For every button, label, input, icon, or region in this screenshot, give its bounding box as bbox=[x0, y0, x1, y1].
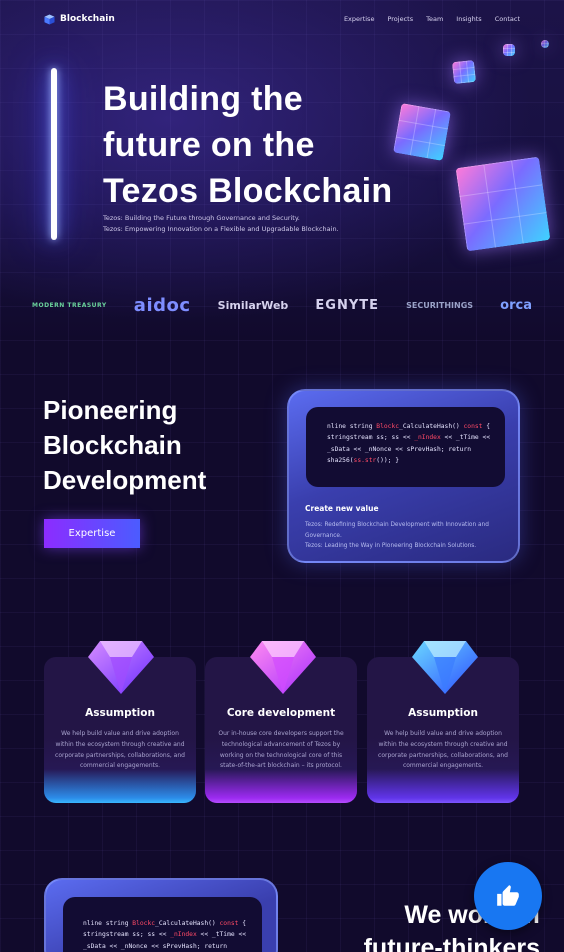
section-title: Pioneering Blockchain Development bbox=[43, 393, 273, 498]
neon-light-bar bbox=[51, 68, 57, 240]
code-line: stringstream ss; ss << _nIndex << _tTime… bbox=[327, 434, 491, 442]
brand-logo[interactable]: Blockchain bbox=[44, 13, 115, 25]
feature-title: Core development bbox=[226, 707, 336, 719]
feature-text: We help build value and drive adoption w… bbox=[55, 730, 185, 770]
code-line: stringstream ss; ss << _nIndex << _tTime… bbox=[83, 931, 247, 939]
nav-item-contact[interactable]: Contact bbox=[495, 15, 520, 23]
code-card: nline string Blockc_CalculateHash() cons… bbox=[287, 389, 520, 563]
feature-title: Assumption bbox=[85, 707, 155, 719]
logo-aidoc: aidoc bbox=[133, 294, 191, 316]
code-line: nline string Blockc_CalculateHash() cons… bbox=[83, 920, 247, 927]
nav-menu: Expertise Projects Team Insights Contact bbox=[344, 15, 520, 23]
thumbs-up-icon bbox=[497, 885, 519, 906]
diamond-icon bbox=[412, 641, 478, 694]
feature-title: Assumption bbox=[408, 707, 478, 719]
hero-subtitle-line: Tezos: Building the Future through Gover… bbox=[103, 214, 300, 222]
logo-securithings: SECURITHINGS bbox=[406, 300, 474, 310]
hero-title: Building the future on the Tezos Blockch… bbox=[103, 76, 433, 214]
nav-item-projects[interactable]: Projects bbox=[387, 15, 413, 23]
partner-logos: MODERN TREASURY aidoc SimilarWeb EGNYTE … bbox=[32, 293, 532, 317]
code-card: nline string Blockc_CalculateHash() cons… bbox=[44, 878, 278, 952]
expertise-button[interactable]: Expertise bbox=[44, 519, 140, 548]
cube-illustration bbox=[503, 44, 515, 56]
feature-text: We help build value and drive adoption w… bbox=[378, 730, 508, 770]
nav-item-team[interactable]: Team bbox=[426, 15, 443, 23]
like-button[interactable] bbox=[474, 862, 542, 930]
cube-illustration bbox=[451, 59, 477, 85]
top-nav: Blockchain Expertise Projects Team Insig… bbox=[44, 10, 520, 28]
code-snippet: nline string Blockc_CalculateHash() cons… bbox=[63, 897, 262, 952]
cube-icon bbox=[44, 13, 55, 25]
section-title-line: Development bbox=[43, 465, 207, 495]
hero-title-line: future on the bbox=[103, 126, 315, 164]
section-title-line: future-thinkers bbox=[363, 934, 540, 952]
section-title-line: Blockchain bbox=[43, 430, 182, 460]
code-line: _sData << _nNonce << sPrevHash; return bbox=[83, 942, 228, 950]
code-line: nline string Blockc_CalculateHash() cons… bbox=[327, 423, 491, 430]
nav-item-expertise[interactable]: Expertise bbox=[344, 15, 375, 23]
hero-title-line: Building the bbox=[103, 80, 304, 118]
nav-item-insights[interactable]: Insights bbox=[456, 15, 481, 23]
cube-illustration bbox=[541, 40, 549, 48]
logo-egnyte: EGNYTE bbox=[315, 297, 380, 313]
card-description: Tezos: Redefining Blockchain Development… bbox=[305, 522, 489, 549]
diamond-icon bbox=[88, 641, 154, 694]
brand-name: Blockchain bbox=[60, 14, 115, 24]
feature-text: Our in-house core developers support the… bbox=[218, 730, 344, 770]
code-line: _sData << _nNonce << sPrevHash; return bbox=[327, 445, 472, 453]
hero-title-line: Tezos Blockchain bbox=[103, 172, 393, 210]
diamond-icon bbox=[250, 641, 316, 694]
cube-illustration bbox=[455, 156, 551, 252]
hero-subtitle-line: Tezos: Empowering Innovation on a Flexib… bbox=[103, 225, 339, 233]
code-line: sha256(ss.str()); } bbox=[327, 456, 400, 464]
code-snippet: nline string Blockc_CalculateHash() cons… bbox=[306, 407, 505, 487]
logo-orca: orca bbox=[500, 297, 532, 313]
logo-modern-treasury: MODERN TREASURY bbox=[32, 301, 107, 309]
cube-illustration bbox=[393, 103, 451, 161]
section-title-line: Pioneering bbox=[43, 395, 178, 425]
hero-subtitle: Tezos: Building the Future through Gover… bbox=[103, 213, 339, 235]
card-title: Create new value bbox=[305, 504, 379, 513]
logo-similarweb: SimilarWeb bbox=[217, 298, 289, 312]
